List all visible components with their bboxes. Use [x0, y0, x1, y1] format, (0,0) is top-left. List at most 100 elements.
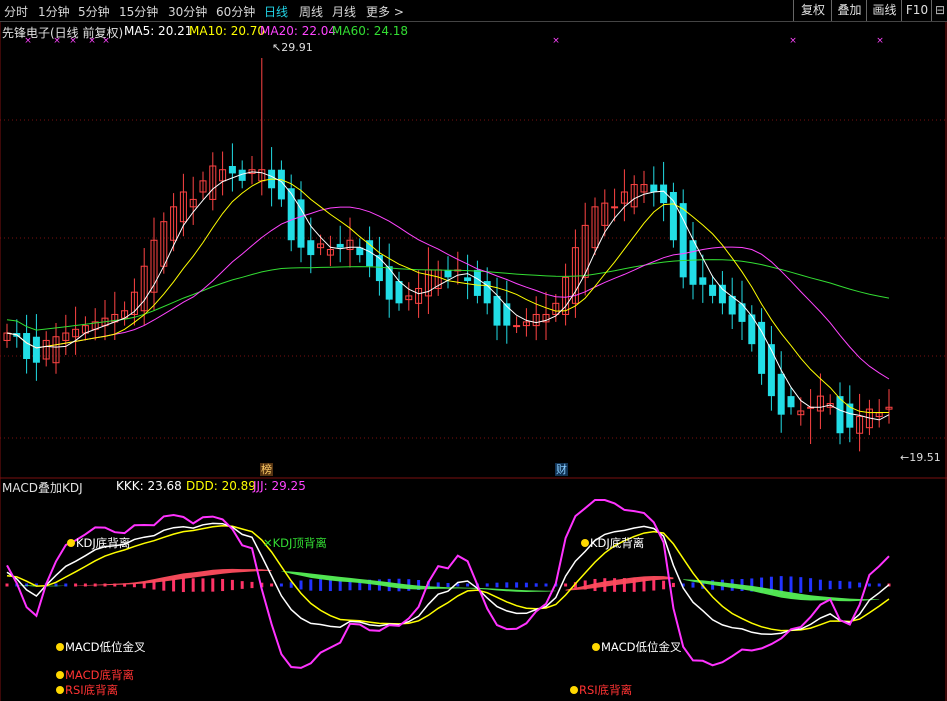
candle-body — [767, 344, 775, 397]
candle — [562, 263, 570, 326]
macd-bar — [466, 583, 470, 587]
macd-bar — [191, 578, 195, 592]
signal-dot-icon — [67, 539, 75, 547]
macd-bar — [691, 582, 695, 588]
candle — [160, 212, 168, 274]
candle — [767, 325, 775, 411]
ddd-value: DDD: 20.89 — [186, 479, 256, 493]
candle — [630, 175, 638, 215]
candle-body — [738, 303, 746, 322]
tab-more[interactable]: 更多 > — [366, 3, 404, 20]
macd-bar — [181, 577, 185, 593]
candle-body — [375, 255, 383, 282]
tab-daily[interactable]: 日线 — [264, 3, 288, 20]
candle-body — [287, 188, 295, 241]
macd-bar — [534, 583, 538, 587]
signal-dot-icon — [56, 671, 64, 679]
ma60-value: MA60: 24.18 — [332, 24, 409, 38]
candle — [248, 155, 256, 185]
macd-bar — [505, 582, 509, 588]
ma5-value: MA5: 20.21 — [124, 24, 193, 38]
candle-body — [787, 396, 795, 408]
tab-1min[interactable]: 1分钟 — [38, 3, 70, 20]
marker-icon: × — [789, 36, 797, 46]
tab-intraday[interactable]: 分时 — [4, 3, 28, 20]
overlay-button[interactable]: 叠加 — [831, 0, 867, 21]
candle — [121, 301, 129, 326]
macd-bar — [172, 578, 176, 592]
macd-bar — [662, 580, 666, 590]
candle-body — [718, 284, 726, 304]
macd-bar — [828, 580, 832, 590]
candle-body — [689, 240, 697, 285]
candle — [650, 166, 658, 207]
macd-bar — [319, 579, 323, 591]
candle — [72, 306, 80, 355]
signal-kdj-bottom-div-1: KDJ底背离 — [67, 535, 130, 551]
tab-60min[interactable]: 60分钟 — [216, 3, 255, 20]
candle-body — [23, 333, 31, 360]
candle — [326, 235, 334, 267]
marker-icon: × — [876, 36, 884, 46]
macd-bar — [867, 583, 871, 587]
tab-monthly[interactable]: 月线 — [332, 3, 356, 20]
candle — [875, 399, 883, 428]
candle-body — [699, 277, 707, 285]
tab-5min[interactable]: 5分钟 — [78, 3, 110, 20]
macd-bar — [848, 581, 852, 589]
candle — [669, 182, 677, 248]
candle — [375, 236, 383, 296]
candle — [42, 331, 50, 367]
signal-dot-icon — [570, 686, 578, 694]
adjust-button[interactable]: 复权 — [793, 0, 832, 21]
macd-bar — [485, 583, 489, 587]
finance-badge[interactable]: 财 — [555, 463, 568, 476]
tab-weekly[interactable]: 周线 — [299, 3, 323, 20]
chart-title: 先锋电子(日线 前复权) — [2, 26, 124, 40]
layout-icon[interactable]: ⊟ — [931, 0, 947, 21]
candle — [454, 251, 462, 285]
macd-bar — [818, 579, 822, 591]
ma10-line — [6, 178, 889, 414]
candle-body — [32, 336, 40, 363]
candle-body — [748, 314, 756, 345]
candle — [189, 176, 197, 225]
candle-body — [709, 284, 717, 296]
macd-bar — [74, 583, 78, 587]
ma10-value: MA10: 20.70 — [189, 24, 266, 38]
candle-body — [611, 206, 619, 209]
candle — [807, 389, 815, 444]
tab-15min[interactable]: 15分钟 — [119, 3, 158, 20]
marker-icon: × — [552, 36, 560, 46]
candle — [424, 247, 432, 315]
ma20-line — [6, 206, 890, 380]
candle-body — [297, 199, 305, 248]
candle — [620, 169, 628, 222]
f10-button[interactable]: F10 — [901, 0, 932, 21]
candle — [130, 278, 138, 326]
candle — [209, 152, 217, 211]
candle — [13, 319, 21, 348]
candle — [816, 373, 824, 430]
candle — [581, 202, 589, 296]
macd-bar — [809, 578, 813, 592]
draw-button[interactable]: 画线 — [866, 0, 902, 21]
candle — [277, 160, 285, 207]
candle — [522, 308, 530, 337]
candle — [405, 282, 413, 311]
macd-bar — [799, 577, 803, 593]
macd-bar — [515, 582, 519, 588]
macd-bar — [544, 583, 548, 587]
kline-chart[interactable]: × × × × × × × × — [0, 22, 947, 701]
rank-badge[interactable]: 榜 — [260, 463, 273, 476]
candle — [91, 308, 99, 341]
candle — [228, 143, 236, 192]
ma20-value: MA20: 22.04 — [260, 24, 337, 38]
kdj-k-line — [6, 522, 890, 635]
candle — [552, 294, 560, 322]
candle-body — [336, 243, 344, 248]
macd-bar — [279, 583, 283, 587]
macd-bar — [221, 578, 225, 592]
signal-dot-icon — [592, 643, 600, 651]
tab-30min[interactable]: 30分钟 — [168, 3, 207, 20]
